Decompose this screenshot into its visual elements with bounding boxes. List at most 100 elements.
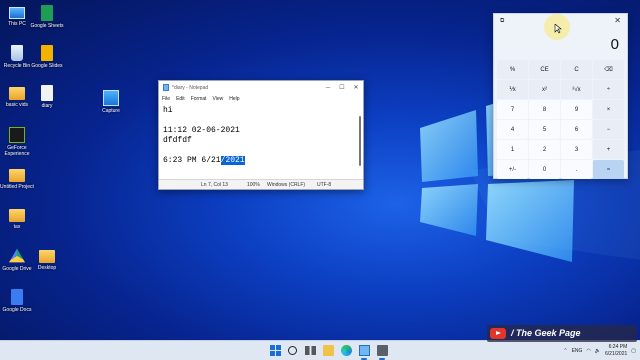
close-button[interactable]: ✕ <box>349 84 363 91</box>
text-line: 6:23 PM 6/21/2021 <box>163 156 355 166</box>
desktop-icon-google-docs[interactable]: Google Docs <box>0 289 34 313</box>
language-indicator[interactable]: ENG <box>572 348 583 354</box>
minimize-button[interactable]: ─ <box>321 85 335 91</box>
clock[interactable]: 6:24 PM 6/21/2021 <box>605 344 627 358</box>
clear-entry-key[interactable]: CE <box>529 60 560 79</box>
zoom-level: 100% <box>247 181 260 188</box>
calculator-header: ⧉ ✕ 0 <box>494 14 627 56</box>
google-docs-icon <box>11 289 23 305</box>
line-ending: Windows (CRLF) <box>267 181 306 188</box>
clock-date: 6/21/2021 <box>605 351 628 357</box>
system-tray: ⌃ ENG ◠ 🔈 6:24 PM 6/21/2021 ▢ <box>563 342 636 360</box>
text-line <box>163 116 355 126</box>
notepad-title: *diary - Notepad <box>172 84 209 91</box>
volume-icon[interactable]: 🔈 <box>595 348 601 354</box>
divide-key[interactable]: ÷ <box>593 80 624 99</box>
cursor-position: Ln 7, Col 13 <box>201 181 228 188</box>
add-key[interactable]: + <box>593 140 624 159</box>
desktop-icon-basic-vids[interactable]: basic vids <box>0 85 34 108</box>
text-line <box>163 146 355 156</box>
notepad-window[interactable]: *diary - Notepad ─ ☐ ✕ File Edit Format … <box>158 80 364 190</box>
search-icon[interactable] <box>288 346 297 355</box>
notepad-statusbar: Ln 7, Col 13 100% Windows (CRLF) UTF-8 <box>159 179 363 189</box>
digit-9-key[interactable]: 9 <box>561 100 592 119</box>
watermark-banner: / The Geek Page <box>487 325 637 342</box>
desktop-icon-capture[interactable]: Capture <box>94 90 128 114</box>
negate-key[interactable]: +/- <box>497 160 528 179</box>
menu-help[interactable]: Help <box>229 96 239 102</box>
desktop-icon-google-slides[interactable]: Google Slides <box>30 45 64 69</box>
desktop-icon-tax[interactable]: tax <box>0 207 34 230</box>
calculator-icon[interactable] <box>377 345 388 356</box>
watermark-label: The Geek Page <box>516 328 581 338</box>
start-icon[interactable] <box>270 345 281 356</box>
wifi-icon[interactable]: ◠ <box>586 348 590 354</box>
clear-key[interactable]: C <box>561 60 592 79</box>
square-key[interactable]: x² <box>529 80 560 99</box>
file-explorer-icon[interactable] <box>323 345 334 356</box>
text-file-icon <box>41 85 53 101</box>
desktop-icon-untitled-project[interactable]: Untitled Project <box>0 167 34 190</box>
digit-4-key[interactable]: 4 <box>497 120 528 139</box>
desktop-icon-desktop[interactable]: Desktop <box>30 248 64 271</box>
digit-6-key[interactable]: 6 <box>561 120 592 139</box>
calculator-window[interactable]: ⧉ ✕ 0 % CE C ⌫ ⅟x x² ²√x ÷ 7 8 9 × 4 5 6… <box>493 13 628 179</box>
desktop-icon-google-sheets[interactable]: Google Sheets <box>30 5 64 29</box>
mouse-cursor-icon <box>554 24 562 34</box>
chevron-up-icon[interactable]: ⌃ <box>563 348 567 354</box>
menu-edit[interactable]: Edit <box>176 96 185 102</box>
reciprocal-key[interactable]: ⅟x <box>497 80 528 99</box>
digit-1-key[interactable]: 1 <box>497 140 528 159</box>
menu-view[interactable]: View <box>213 96 224 102</box>
folder-icon <box>39 250 55 263</box>
vertical-scrollbar[interactable] <box>358 104 362 180</box>
backspace-key[interactable]: ⌫ <box>593 60 624 79</box>
google-sheets-icon <box>41 5 53 21</box>
text-selection: /2021 <box>220 156 245 165</box>
encoding: UTF-8 <box>317 181 332 188</box>
youtube-play-icon <box>490 328 506 339</box>
maximize-button[interactable]: ☐ <box>335 84 349 91</box>
notepad-titlebar[interactable]: *diary - Notepad ─ ☐ ✕ <box>159 81 363 94</box>
edge-icon[interactable] <box>341 345 352 356</box>
desktop-icon-this-pc[interactable]: This PC <box>0 5 34 27</box>
calculator-keypad: % CE C ⌫ ⅟x x² ²√x ÷ 7 8 9 × 4 5 6 − 1 2… <box>497 60 626 179</box>
image-file-icon <box>103 90 119 106</box>
decimal-key[interactable]: . <box>561 160 592 179</box>
recycle-bin-icon <box>11 45 23 61</box>
notepad-menubar: File Edit Format View Help <box>159 94 363 103</box>
digit-8-key[interactable]: 8 <box>529 100 560 119</box>
digit-7-key[interactable]: 7 <box>497 100 528 119</box>
notepad-icon[interactable] <box>359 345 370 356</box>
notification-icon[interactable]: ▢ <box>631 348 636 354</box>
scrollbar-thumb[interactable] <box>359 116 361 166</box>
digit-5-key[interactable]: 5 <box>529 120 560 139</box>
close-button[interactable]: ✕ <box>614 16 621 25</box>
desktop-icon-recycle-bin[interactable]: Recycle Bin <box>0 45 34 69</box>
active-app-indicator <box>361 358 367 360</box>
menu-format[interactable]: Format <box>191 96 207 102</box>
multiply-key[interactable]: × <box>593 100 624 119</box>
percent-key[interactable]: % <box>497 60 528 79</box>
text-line: dfdfdf <box>163 136 192 145</box>
taskbar: ⌃ ENG ◠ 🔈 6:24 PM 6/21/2021 ▢ <box>0 340 640 360</box>
menu-file[interactable]: File <box>162 96 170 102</box>
keep-on-top-icon[interactable]: ⧉ <box>500 18 504 25</box>
desktop-icon-diary[interactable]: diary <box>30 85 64 109</box>
task-view-icon[interactable] <box>305 346 316 355</box>
equals-key[interactable]: = <box>593 160 624 179</box>
digit-2-key[interactable]: 2 <box>529 140 560 159</box>
square-root-key[interactable]: ²√x <box>561 80 592 99</box>
digit-0-key[interactable]: 0 <box>529 160 560 179</box>
notepad-icon <box>163 84 169 91</box>
calculator-display: 0 <box>610 36 619 53</box>
clock-time: 6:24 PM <box>608 344 628 350</box>
subtract-key[interactable]: − <box>593 120 624 139</box>
text-line: hi <box>163 106 173 115</box>
digit-3-key[interactable]: 3 <box>561 140 592 159</box>
text-unselected: 6:23 PM 6/21 <box>163 156 221 165</box>
desktop-icon-google-drive[interactable]: Google Drive <box>0 248 34 272</box>
desktop-icon-geforce-experience[interactable]: GeForce Experience <box>0 127 34 157</box>
notepad-text-area[interactable]: hi 11:12 02-06-2021 dfdfdf 6:23 PM 6/21/… <box>161 104 357 180</box>
text-line: 11:12 02-06-2021 <box>163 126 240 135</box>
